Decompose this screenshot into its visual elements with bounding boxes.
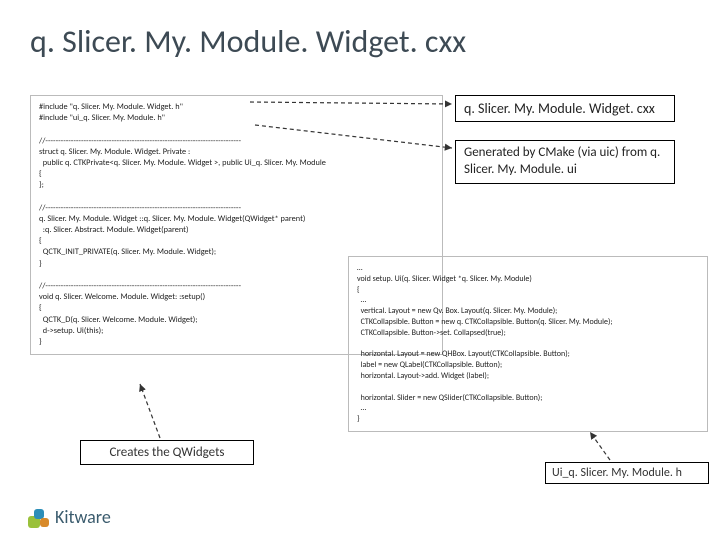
label-cxx-file: q. Slicer. My. Module. Widget. cxx (455, 95, 675, 122)
label-generated-by-cmake: Generated by CMake (via uic) from q. Sli… (455, 140, 675, 184)
label-ui-header-file: Ui_q. Slicer. My. Module. h (545, 462, 709, 484)
callout-creates-qwidgets: Creates the QWidgets (80, 440, 254, 465)
slide-title: q. Slicer. My. Module. Widget. cxx (30, 22, 466, 61)
generated-code-listing: … void setup. Ui(q. Slicer. Widget *q. S… (348, 256, 708, 432)
kitware-logo: Kitware (28, 506, 111, 528)
kitware-logo-text: Kitware (55, 506, 111, 528)
kitware-logo-icon (28, 506, 50, 528)
